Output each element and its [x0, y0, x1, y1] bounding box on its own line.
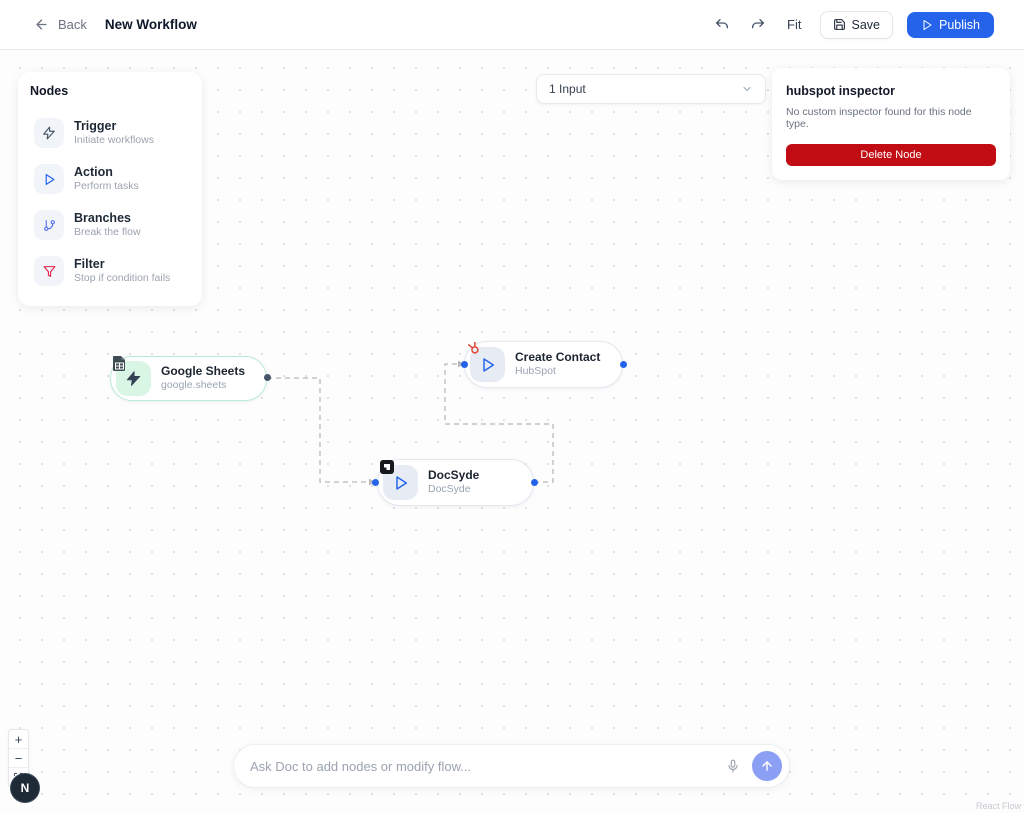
handle-docsyde-source[interactable]	[531, 479, 538, 486]
mic-icon[interactable]	[720, 753, 746, 779]
palette-item-label: Filter	[74, 256, 170, 272]
palette-item-desc: Break the flow	[74, 226, 141, 240]
publish-label: Publish	[939, 18, 980, 32]
react-flow-attribution[interactable]: React Flow	[976, 801, 1021, 811]
palette-item-action[interactable]: Action Perform tasks	[30, 156, 190, 202]
palette-item-trigger[interactable]: Trigger Initiate workflows	[30, 110, 190, 156]
play-icon	[921, 19, 933, 31]
palette-item-branches[interactable]: Branches Break the flow	[30, 202, 190, 248]
zoom-out-button[interactable]: −	[9, 749, 28, 768]
node-title: Create Contact	[515, 350, 600, 365]
avatar-initial: N	[21, 781, 30, 795]
inspector-message: No custom inspector found for this node …	[786, 106, 996, 130]
funnel-icon	[34, 256, 64, 286]
node-subtitle: HubSpot	[515, 365, 600, 378]
chevron-down-icon	[741, 83, 753, 95]
back-arrow-icon	[30, 14, 52, 36]
node-subtitle: google.sheets	[161, 379, 245, 392]
redo-icon[interactable]	[747, 14, 769, 36]
node-docsyde[interactable]: DocSyde DocSyde	[377, 459, 534, 506]
chat-input[interactable]	[250, 759, 720, 774]
palette-item-desc: Perform tasks	[74, 180, 139, 194]
topbar: Back New Workflow Fit Save Publish	[0, 0, 1024, 50]
inspector-title: hubspot inspector	[786, 84, 996, 98]
nodes-panel-title: Nodes	[30, 84, 190, 98]
palette-item-label: Trigger	[74, 118, 154, 134]
node-subtitle: DocSyde	[428, 483, 479, 496]
google-sheets-file-icon	[112, 355, 127, 377]
arrow-up-icon	[760, 759, 774, 773]
node-icon-container	[116, 361, 151, 396]
play-icon	[34, 164, 64, 194]
zap-icon	[125, 370, 142, 387]
hubspot-sprocket-icon	[466, 341, 481, 361]
inspector-panel: hubspot inspector No custom inspector fo…	[772, 68, 1010, 180]
chat-bar	[233, 744, 790, 788]
page-title: New Workflow	[105, 17, 197, 32]
palette-item-label: Branches	[74, 210, 141, 226]
node-title: Google Sheets	[161, 364, 245, 379]
palette-item-filter[interactable]: Filter Stop if condition fails	[30, 248, 190, 294]
handle-contact-target[interactable]	[461, 361, 468, 368]
user-avatar[interactable]: N	[11, 774, 39, 802]
zap-icon	[34, 118, 64, 148]
node-title: DocSyde	[428, 468, 479, 483]
palette-item-label: Action	[74, 164, 139, 180]
node-icon-container	[470, 347, 505, 382]
zoom-in-button[interactable]: +	[9, 730, 28, 749]
save-label: Save	[852, 18, 881, 32]
git-branch-icon	[34, 210, 64, 240]
back-label: Back	[58, 17, 87, 32]
input-count-value: 1 Input	[549, 82, 586, 96]
docsyde-logo-icon	[379, 459, 395, 480]
fit-view-button[interactable]: Fit	[783, 17, 805, 32]
back-button[interactable]: Back	[30, 14, 87, 36]
handle-sheets-source[interactable]	[264, 374, 271, 381]
delete-node-button[interactable]: Delete Node	[786, 144, 996, 166]
node-google-sheets[interactable]: Google Sheets google.sheets	[110, 356, 267, 401]
undo-icon[interactable]	[711, 14, 733, 36]
node-icon-container	[383, 465, 418, 500]
input-count-dropdown[interactable]: 1 Input	[536, 74, 766, 104]
handle-contact-source[interactable]	[620, 361, 627, 368]
palette-item-desc: Initiate workflows	[74, 134, 154, 148]
save-icon	[833, 18, 846, 31]
publish-button[interactable]: Publish	[907, 12, 994, 38]
play-icon	[480, 357, 496, 373]
palette-item-desc: Stop if condition fails	[74, 272, 170, 286]
nodes-panel: Nodes Trigger Initiate workflows Action …	[18, 72, 202, 306]
handle-docsyde-target[interactable]	[372, 479, 379, 486]
save-button[interactable]: Save	[820, 11, 894, 39]
node-create-contact[interactable]: Create Contact HubSpot	[464, 341, 623, 388]
send-button[interactable]	[752, 751, 782, 781]
